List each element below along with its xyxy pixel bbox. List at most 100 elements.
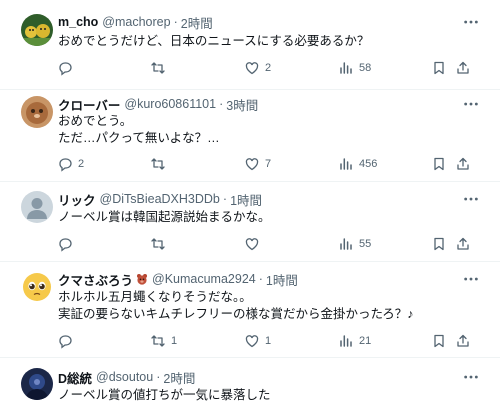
action-bar: 1 1 21 (57, 332, 477, 350)
retweet-button[interactable] (150, 155, 171, 173)
more-options-icon[interactable] (462, 190, 480, 208)
user-handle[interactable]: @machorep (102, 15, 170, 29)
like-button[interactable]: 2 (244, 59, 271, 77)
avatar-cat-photo (21, 96, 53, 128)
user-handle[interactable]: @dsoutou (96, 370, 153, 384)
display-name[interactable]: リック (58, 190, 96, 209)
avatar[interactable] (21, 96, 53, 128)
tweet[interactable]: D総統 @dsoutou · 2時間 ノーベル賞の値打ちが一気に暴落した (0, 358, 500, 410)
share-icon (457, 61, 469, 74)
share-button[interactable] (455, 332, 471, 350)
like-count: 2 (265, 62, 272, 74)
avatar-dark-photo (21, 368, 53, 400)
like-button[interactable]: 7 (244, 155, 271, 173)
separator-dot: · (222, 192, 228, 206)
action-bar: 55 (57, 235, 477, 253)
tweet-text: ノーベル賞は韓国起源説始まるかな。 (58, 210, 271, 224)
user-handle[interactable]: @DiTsBieaDXH3DDb (100, 192, 220, 206)
display-name[interactable]: クマさぶろう (58, 270, 133, 289)
avatar[interactable] (21, 368, 53, 400)
separator-dot: · (219, 97, 224, 111)
tweet[interactable]: m_cho @machorep · 2時間 おめでとうだけど、日本のニュースにす… (0, 0, 500, 90)
reply-icon (59, 238, 72, 252)
tweet[interactable]: クローバー @kuro60861101 · 3時間 おめでとう。 ただ…パクって… (0, 90, 500, 182)
share-button[interactable] (455, 155, 471, 173)
separator-dot: · (156, 370, 161, 384)
more-options-icon[interactable] (462, 13, 480, 31)
like-count: 1 (265, 335, 272, 347)
display-name[interactable]: D総統 (58, 368, 92, 387)
bookmark-button[interactable] (431, 332, 447, 350)
reply-icon (59, 335, 72, 349)
reply-icon (59, 62, 72, 76)
bookmark-button[interactable] (431, 59, 447, 77)
tweet-text: おめでとう。 ただ…パクって無いよな？… (58, 114, 220, 145)
display-name[interactable]: クローバー (58, 95, 120, 114)
reply-count: 2 (78, 158, 85, 170)
avatar[interactable] (21, 14, 53, 46)
reply-feed: m_cho @machorep · 2時間 おめでとうだけど、日本のニュースにす… (0, 0, 500, 410)
views-button[interactable]: 55 (338, 235, 371, 253)
user-handle[interactable]: @Kumacuma2924 (152, 272, 256, 286)
tweet[interactable]: クマさぶろう @Kumacuma2924 · 1時間 ホルホル五月蠅くなりそうだ… (0, 262, 500, 358)
tweet-text: ノーベル賞の値打ちが一気に暴落した (58, 388, 271, 402)
more-options-icon[interactable] (462, 270, 480, 288)
share-button[interactable] (455, 235, 471, 253)
retweet-button[interactable] (150, 59, 171, 77)
retweet-button[interactable] (150, 235, 171, 253)
action-bar: 2 7 456 (57, 155, 477, 173)
timestamp[interactable]: 1時間 (230, 190, 262, 209)
reply-button[interactable] (57, 332, 78, 350)
like-button[interactable] (244, 235, 265, 253)
avatar-pleading-face (21, 271, 53, 303)
views-icon (340, 238, 352, 250)
reply-icon (59, 158, 72, 172)
share-icon (457, 334, 469, 347)
tweet-header: リック @DiTsBieaDXH3DDb · 1時間 (58, 190, 262, 208)
more-options-icon[interactable] (462, 95, 480, 113)
heart-icon (245, 335, 259, 348)
timestamp[interactable]: 2時間 (163, 368, 195, 387)
views-count: 456 (359, 158, 378, 170)
bookmark-icon (434, 157, 444, 171)
retweet-count: 1 (171, 335, 178, 347)
heart-icon (245, 238, 259, 251)
timestamp[interactable]: 3時間 (226, 95, 258, 114)
like-count: 7 (265, 158, 272, 170)
views-count: 21 (359, 335, 372, 347)
views-count: 55 (359, 238, 372, 250)
bookmark-icon (434, 237, 444, 251)
bear-emoji-icon (136, 273, 148, 285)
views-icon (340, 62, 352, 74)
timestamp[interactable]: 2時間 (181, 13, 213, 32)
retweet-button[interactable]: 1 (150, 332, 177, 350)
more-options-icon[interactable] (462, 368, 480, 386)
share-icon (457, 157, 469, 170)
avatar[interactable] (21, 191, 53, 223)
bookmark-button[interactable] (431, 235, 447, 253)
reply-button[interactable] (57, 235, 78, 253)
tweet[interactable]: リック @DiTsBieaDXH3DDb · 1時間 ノーベル賞は韓国起源説始ま… (0, 182, 500, 262)
bookmark-button[interactable] (431, 155, 447, 173)
avatar[interactable] (21, 271, 53, 303)
share-button[interactable] (455, 59, 471, 77)
tweet-header: m_cho @machorep · 2時間 (58, 13, 213, 31)
reply-button[interactable]: 2 (57, 155, 84, 173)
heart-icon (245, 62, 259, 75)
views-button[interactable]: 456 (338, 155, 377, 173)
retweet-icon (151, 158, 165, 170)
reply-button[interactable] (57, 59, 78, 77)
action-bar: 2 58 (57, 59, 477, 77)
like-button[interactable]: 1 (244, 332, 271, 350)
separator-dot: · (258, 272, 263, 286)
views-count: 58 (359, 62, 372, 74)
tweet-header: D総統 @dsoutou · 2時間 (58, 368, 195, 386)
tweet-text: ホルホル五月蠅くなりそうだな。。 実証の要らないキムチレフリーの様な賞だから金掛… (58, 290, 414, 321)
timestamp[interactable]: 1時間 (266, 270, 298, 289)
bookmark-icon (434, 61, 444, 75)
views-button[interactable]: 58 (338, 59, 371, 77)
user-handle[interactable]: @kuro60861101 (124, 97, 216, 111)
views-icon (340, 158, 352, 170)
display-name[interactable]: m_cho (58, 15, 98, 29)
views-button[interactable]: 21 (338, 332, 371, 350)
